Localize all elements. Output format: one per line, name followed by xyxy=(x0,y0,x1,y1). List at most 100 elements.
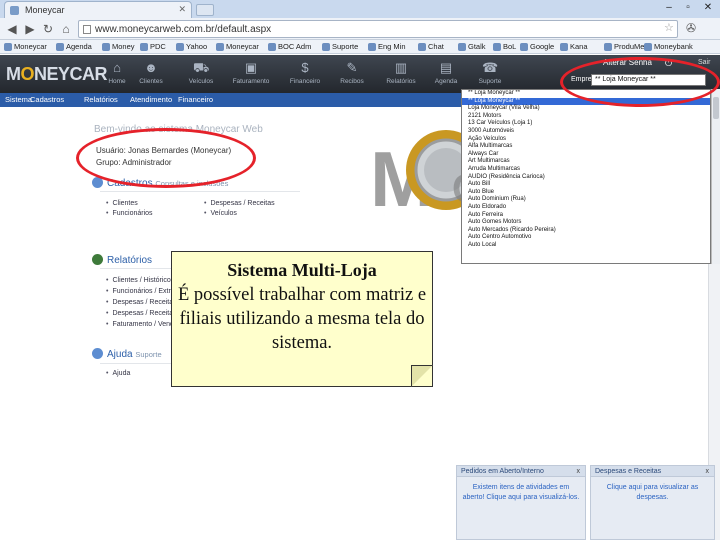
money-icon: $ xyxy=(301,60,309,75)
dropdown-option[interactable]: Auto Eldorado xyxy=(462,204,710,212)
dropdown-option[interactable]: Auto Centro Automotivo xyxy=(462,234,710,242)
dropdown-option[interactable]: 3000 Automóveis xyxy=(462,128,710,136)
annotation-ellipse-user xyxy=(76,128,256,188)
dropdown-option[interactable]: Alfa Multimarcas xyxy=(462,143,710,151)
header-nav-label: Clientes xyxy=(139,78,163,85)
logo-coin: O xyxy=(20,64,35,84)
close-icon[interactable]: x xyxy=(706,466,710,477)
link-ajuda[interactable]: Ajuda xyxy=(106,370,130,377)
callout-note: Sistema Multi-Loja É possível trabalhar … xyxy=(171,251,433,387)
dropdown-option[interactable]: Art Multimarcas xyxy=(462,158,710,166)
dropdown-option[interactable]: Arruda Multimarcas xyxy=(462,166,710,174)
dropdown-option[interactable]: Auto Blue xyxy=(462,189,710,197)
widget-pedidos-link[interactable]: Existem itens de atividades em aberto! C… xyxy=(457,477,585,503)
widget-despesas-link[interactable]: Clique aqui para visualizar as despesas. xyxy=(591,477,714,503)
dropdown-option[interactable]: Auto Ferreira xyxy=(462,212,710,220)
link-clientes[interactable]: Clientes xyxy=(106,200,137,207)
bookmark-item[interactable]: BOC Adm xyxy=(268,41,311,53)
dropdown-option[interactable]: AUDIO (Residência Carioca) xyxy=(462,174,710,182)
browser-tab[interactable]: Moneycar ✕ xyxy=(4,1,192,18)
header-nav-label: Agenda xyxy=(434,78,458,85)
dropdown-option[interactable]: Auto Bill xyxy=(462,181,710,189)
widget-despesas-header: Despesas e Receitas x xyxy=(591,466,714,477)
link-veiculos[interactable]: Veículos xyxy=(204,210,236,217)
header-nav-label: Faturamento xyxy=(232,78,270,85)
report-link[interactable]: Funcionários / Extrato xyxy=(106,288,180,295)
dropdown-scroll-thumb[interactable] xyxy=(713,97,719,119)
bookmark-item[interactable]: Gtalk xyxy=(458,41,486,53)
dropdown-option[interactable]: Always Car xyxy=(462,151,710,159)
close-tab-icon[interactable]: ✕ xyxy=(178,4,186,15)
close-window-icon[interactable]: ✕ xyxy=(701,2,715,14)
report-link[interactable]: Clientes / Histórico xyxy=(106,277,170,284)
dropdown-scrollbar[interactable] xyxy=(711,89,720,264)
help-icon xyxy=(92,348,103,359)
dropdown-option[interactable]: Auto Mercados (Ricardo Pereira) xyxy=(462,227,710,235)
header-nav-5[interactable]: ✎ Recibos xyxy=(327,60,377,92)
header-nav-8[interactable]: ☎ Suporte xyxy=(465,60,515,92)
bookmark-favicon-icon xyxy=(56,43,64,51)
bookmark-item[interactable]: Suporte xyxy=(322,41,358,53)
dropdown-option[interactable]: Auto Local xyxy=(462,242,710,250)
header-nav-1[interactable]: ☻ Clientes xyxy=(126,60,176,92)
link-despesas[interactable]: Despesas / Receitas xyxy=(204,200,274,207)
dropdown-option[interactable]: Auto Gomes Motors xyxy=(462,219,710,227)
header-nav-2[interactable]: ⛟ Veículos xyxy=(176,60,226,92)
menu-item[interactable]: Relatórios xyxy=(84,95,118,104)
divider xyxy=(100,191,300,192)
menu-item[interactable]: Sistema xyxy=(5,95,32,104)
bookmark-label: Agenda xyxy=(66,42,92,51)
bookmark-favicon-icon xyxy=(216,43,224,51)
url-text: www.moneycarweb.com.br/default.aspx xyxy=(95,24,272,35)
report-link[interactable]: Despesas / Receitas xyxy=(106,310,176,317)
dropdown-option[interactable]: Auto Dominium (Rua) xyxy=(462,196,710,204)
bookmark-item[interactable]: Google xyxy=(520,41,554,53)
link-funcionarios[interactable]: Funcionários xyxy=(106,210,152,217)
relatorios-title: Relatórios xyxy=(107,255,153,266)
new-tab-button[interactable] xyxy=(196,4,214,16)
bookmark-item[interactable]: PDC xyxy=(140,41,166,53)
wrench-icon[interactable]: ✇ xyxy=(686,21,696,35)
bookmark-item[interactable]: Agenda xyxy=(56,41,92,53)
menu-item[interactable]: Financeiro xyxy=(178,95,213,104)
bookmark-item[interactable]: Moneycar xyxy=(216,41,259,53)
minimize-icon[interactable]: – xyxy=(662,2,676,14)
dropdown-option[interactable]: 13 Car Veículos (Loja 1) xyxy=(462,120,710,128)
dropdown-option[interactable]: Loja Moneycar (Vila Velha) xyxy=(462,105,710,113)
bookmark-star-icon[interactable]: ☆ xyxy=(664,21,674,34)
address-bar[interactable]: www.moneycarweb.com.br/default.aspx xyxy=(78,20,678,38)
bookmark-item[interactable]: ProduMe xyxy=(604,41,644,53)
bookmark-favicon-icon xyxy=(4,43,12,51)
back-icon[interactable]: ◀ xyxy=(4,21,20,37)
favicon-icon xyxy=(10,6,19,15)
bookmark-favicon-icon xyxy=(418,43,426,51)
header-nav-3[interactable]: ▣ Faturamento xyxy=(226,60,276,92)
empresa-dropdown-list[interactable]: ** Loja Moneycar ** ** Loja Moneycar ** Lo… xyxy=(461,89,711,264)
bookmark-item[interactable]: Money xyxy=(102,41,135,53)
forward-icon[interactable]: ▶ xyxy=(22,21,38,37)
bookmark-item[interactable]: BoL xyxy=(493,41,516,53)
maximize-icon[interactable]: ▫ xyxy=(681,2,695,14)
header-nav-7[interactable]: ▤ Agenda xyxy=(421,60,471,92)
bookmark-item[interactable]: Yahoo xyxy=(176,41,207,53)
menu-item[interactable]: Atendimento xyxy=(130,95,172,104)
close-icon[interactable]: x xyxy=(577,466,581,477)
bookmark-favicon-icon xyxy=(604,43,612,51)
reload-icon[interactable]: ↻ xyxy=(40,21,56,37)
header-nav-label: Veículos xyxy=(188,78,214,85)
dropdown-option[interactable]: Ação Veículos xyxy=(462,136,710,144)
home-browser-icon[interactable]: ⌂ xyxy=(58,21,74,37)
bookmark-item[interactable]: Chat xyxy=(418,41,444,53)
widget-despesas-title: Despesas e Receitas xyxy=(595,468,662,475)
report-link[interactable]: Despesas / Receitas xyxy=(106,299,176,306)
header-nav-6[interactable]: ▥ Relatórios xyxy=(376,60,426,92)
bookmark-item[interactable]: Moneybank xyxy=(644,41,693,53)
menu-item[interactable]: Cadastros xyxy=(30,95,64,104)
dropdown-option[interactable]: 2121 Motors xyxy=(462,113,710,121)
bookmark-item[interactable]: Kana xyxy=(560,41,588,53)
browser-navbar: ◀ ▶ ↻ ⌂ www.moneycarweb.com.br/default.a… xyxy=(0,18,720,40)
bookmark-item[interactable]: Moneycar xyxy=(4,41,47,53)
header-nav-4[interactable]: $ Financeiro xyxy=(280,60,330,92)
widget-pedidos-header: Pedidos em Aberto/Interno x xyxy=(457,466,585,477)
bookmark-item[interactable]: Eng Min xyxy=(368,41,406,53)
